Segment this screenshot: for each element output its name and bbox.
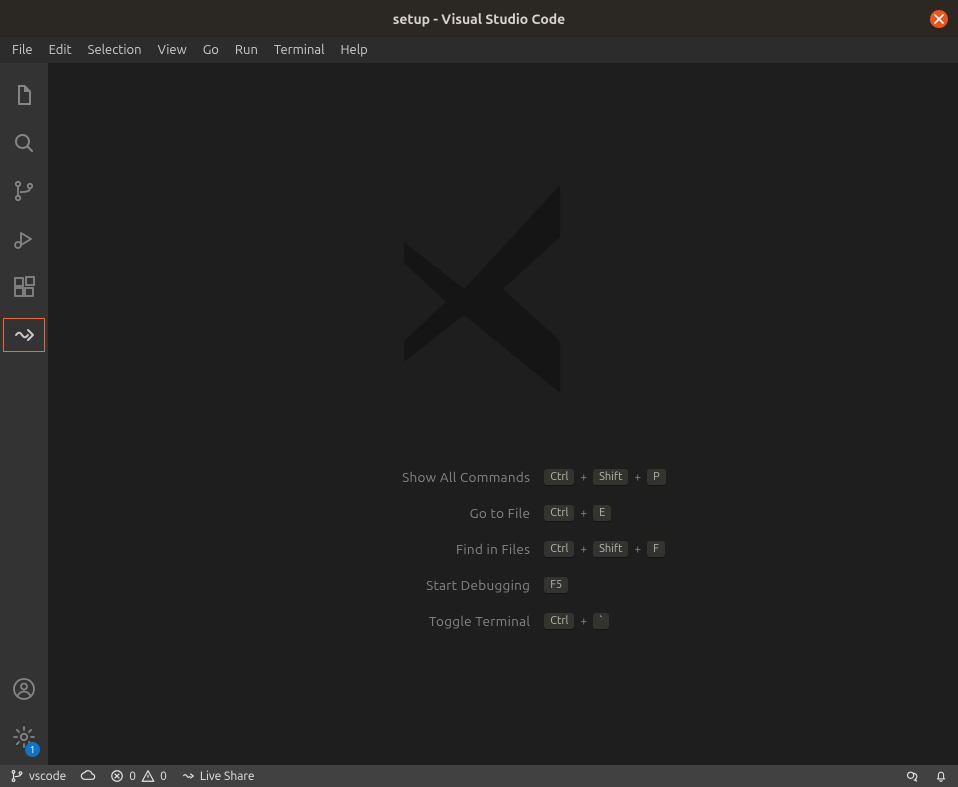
key: F — [647, 541, 665, 557]
branch-icon — [10, 769, 24, 783]
menubar: File Edit Selection View Go Run Terminal… — [0, 37, 958, 63]
status-problems[interactable]: 0 0 — [108, 769, 169, 783]
close-icon — [934, 14, 944, 24]
shortcut-keys: Ctrl + Shift + P — [544, 469, 666, 485]
shortcut-toggle-terminal: Toggle Terminal Ctrl + ` — [340, 613, 666, 629]
live-share-icon — [181, 769, 195, 783]
shortcut-show-all-commands: Show All Commands Ctrl + Shift + P — [340, 469, 666, 485]
window-close-button[interactable] — [930, 10, 948, 28]
debug-icon — [12, 227, 36, 251]
plus-icon: + — [580, 543, 587, 556]
shortcut-label: Toggle Terminal — [340, 613, 530, 629]
warning-icon — [141, 769, 155, 783]
activity-extensions[interactable] — [2, 263, 46, 311]
menu-view[interactable]: View — [150, 41, 195, 59]
account-icon — [12, 677, 36, 701]
activity-source-control[interactable] — [2, 167, 46, 215]
key: ` — [593, 613, 609, 629]
branch-icon — [12, 179, 36, 203]
status-branch-name: vscode — [29, 770, 66, 783]
key: Shift — [593, 541, 628, 557]
key: Ctrl — [544, 469, 574, 485]
key: Ctrl — [544, 505, 574, 521]
plus-icon: + — [634, 471, 641, 484]
files-icon — [12, 83, 36, 107]
menu-terminal[interactable]: Terminal — [266, 41, 333, 59]
shortcut-keys: F5 — [544, 577, 568, 593]
status-notifications[interactable] — [932, 769, 950, 783]
shortcut-label: Show All Commands — [340, 469, 530, 485]
feedback-icon — [905, 769, 920, 784]
activity-bar: 1 — [0, 63, 48, 765]
plus-icon: + — [580, 471, 587, 484]
activity-live-share[interactable] — [3, 318, 45, 352]
editor-area: Show All Commands Ctrl + Shift + P Go to F… — [48, 63, 958, 765]
vscode-logo-icon — [373, 159, 633, 419]
menu-go[interactable]: Go — [195, 41, 227, 59]
shortcut-go-to-file: Go to File Ctrl + E — [340, 505, 666, 521]
vscode-watermark — [373, 159, 633, 419]
status-errors-count: 0 — [129, 770, 136, 783]
shortcut-keys: Ctrl + Shift + F — [544, 541, 665, 557]
error-icon — [110, 769, 124, 783]
plus-icon: + — [580, 615, 587, 628]
shortcut-list: Show All Commands Ctrl + Shift + P Go to F… — [340, 469, 666, 629]
key: P — [647, 469, 666, 485]
key: Ctrl — [544, 613, 574, 629]
key: E — [593, 505, 611, 521]
shortcut-label: Start Debugging — [340, 577, 530, 593]
activity-explorer[interactable] — [2, 71, 46, 119]
status-warnings-count: 0 — [160, 770, 167, 783]
key: Ctrl — [544, 541, 574, 557]
menu-edit[interactable]: Edit — [41, 41, 80, 59]
shortcut-keys: Ctrl + ` — [544, 613, 609, 629]
activity-accounts[interactable] — [2, 665, 46, 713]
cloud-sync-icon — [80, 769, 96, 783]
shortcut-find-in-files: Find in Files Ctrl + Shift + F — [340, 541, 666, 557]
shortcut-keys: Ctrl + E — [544, 505, 611, 521]
plus-icon: + — [634, 543, 641, 556]
activity-run-debug[interactable] — [2, 215, 46, 263]
menu-selection[interactable]: Selection — [80, 41, 150, 59]
status-feedback[interactable] — [903, 769, 922, 784]
key: F5 — [544, 577, 568, 593]
window-title: setup - Visual Studio Code — [393, 11, 566, 27]
statusbar: vscode 0 0 Live Share — [0, 765, 958, 787]
titlebar: setup - Visual Studio Code — [0, 0, 958, 37]
menu-file[interactable]: File — [4, 41, 41, 59]
search-icon — [12, 131, 36, 155]
live-share-icon — [12, 323, 36, 347]
status-live-share[interactable]: Live Share — [179, 769, 257, 783]
activity-search[interactable] — [2, 119, 46, 167]
shortcut-label: Find in Files — [340, 541, 530, 557]
key: Shift — [593, 469, 628, 485]
settings-badge: 1 — [25, 742, 40, 757]
vscode-window: setup - Visual Studio Code File Edit Sel… — [0, 0, 958, 787]
extensions-icon — [12, 275, 36, 299]
activity-manage[interactable]: 1 — [2, 713, 46, 761]
shortcut-label: Go to File — [340, 505, 530, 521]
status-branch[interactable]: vscode — [8, 769, 68, 783]
shortcut-start-debugging: Start Debugging F5 — [340, 577, 666, 593]
status-live-share-label: Live Share — [200, 770, 255, 783]
plus-icon: + — [580, 507, 587, 520]
status-sync[interactable] — [78, 769, 98, 783]
menu-help[interactable]: Help — [332, 41, 375, 59]
body: 1 Show All Commands Ctrl + Shift + P — [0, 63, 958, 765]
menu-run[interactable]: Run — [227, 41, 266, 59]
bell-icon — [934, 769, 948, 783]
